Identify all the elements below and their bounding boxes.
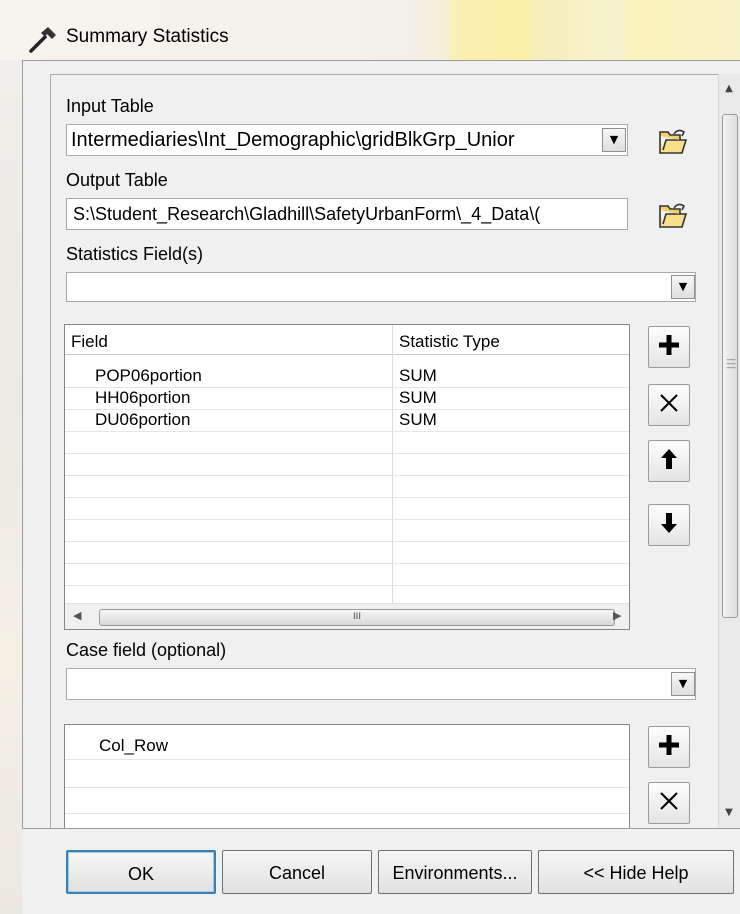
down-arrow-icon	[661, 513, 677, 533]
plus-icon	[659, 335, 679, 355]
add-statistic-button[interactable]	[648, 326, 690, 368]
hide-help-button[interactable]: << Hide Help	[538, 850, 734, 894]
statistics-fields-label: Statistics Field(s)	[66, 244, 204, 264]
remove-statistic-button[interactable]	[648, 384, 690, 426]
environments-button[interactable]: Environments...	[378, 850, 532, 894]
move-down-button[interactable]	[648, 504, 690, 546]
case-field-list[interactable]: Col_Row	[64, 724, 630, 828]
empty-row	[65, 519, 629, 542]
empty-row	[65, 563, 629, 586]
column-header-field[interactable]: Field	[65, 325, 392, 355]
statistics-field-dropdown-icon[interactable]: ▼	[671, 275, 695, 299]
output-table-label: Output Table	[66, 170, 168, 190]
hammer-icon	[28, 24, 60, 56]
input-table-browse-button[interactable]	[652, 126, 688, 160]
case-field-item-label: Col_Row	[99, 736, 168, 755]
empty-row	[65, 431, 629, 454]
case-field-dropdown-icon[interactable]: ▼	[671, 672, 695, 696]
scroll-left-arrow-icon[interactable]: ◀	[73, 609, 81, 622]
case-field-combobox[interactable]	[66, 668, 696, 700]
move-up-button[interactable]	[648, 440, 690, 482]
empty-row	[65, 541, 629, 564]
plus-icon	[659, 735, 679, 755]
empty-row	[65, 453, 629, 476]
cancel-button[interactable]: Cancel	[222, 850, 372, 894]
case-field-label: Case field (optional)	[66, 640, 227, 660]
scroll-down-arrow-icon[interactable]: ▼	[718, 802, 740, 824]
column-header-statistic-type[interactable]: Statistic Type	[392, 325, 629, 355]
open-folder-icon	[659, 203, 688, 228]
add-case-field-button[interactable]	[648, 726, 690, 768]
horizontal-scroll-thumb[interactable]: III	[99, 609, 615, 626]
statistics-table[interactable]: Field Statistic Type POP06portion SUM HH…	[64, 324, 630, 630]
field-cell: POP06portion	[95, 366, 202, 385]
x-icon	[660, 792, 678, 810]
statistics-field-combobox[interactable]	[66, 272, 696, 302]
empty-row	[65, 497, 629, 520]
field-cell: HH06portion	[95, 388, 191, 407]
input-table-combobox[interactable]: Intermediaries\Int_Demographic\gridBlkGr…	[66, 124, 628, 156]
remove-case-field-button[interactable]	[648, 782, 690, 824]
ok-button[interactable]: OK	[66, 850, 216, 894]
statistic-cell[interactable]: SUM	[399, 366, 437, 386]
field-cell: DU06portion	[95, 410, 191, 429]
output-table-input[interactable]: S:\Student_Research\Gladhill\SafetyUrban…	[66, 198, 628, 230]
window-title: Summary Statistics	[66, 26, 229, 47]
scroll-right-arrow-icon[interactable]: ▶	[613, 609, 621, 622]
scroll-up-arrow-icon[interactable]: ▲	[718, 78, 740, 100]
empty-row	[65, 787, 629, 814]
table-row[interactable]: POP06portion SUM	[65, 365, 629, 388]
empty-row	[65, 761, 629, 788]
input-table-dropdown-icon[interactable]: ▼	[602, 128, 626, 152]
table-row[interactable]: HH06portion SUM	[65, 387, 629, 410]
horizontal-scrollbar[interactable]: ◀ III ▶	[65, 603, 629, 629]
up-arrow-icon	[661, 449, 677, 469]
statistic-cell[interactable]: SUM	[399, 410, 437, 430]
x-icon	[660, 394, 678, 412]
window-frame-left	[0, 60, 22, 914]
table-row[interactable]: DU06portion SUM	[65, 409, 629, 432]
list-item[interactable]: Col_Row	[65, 735, 629, 760]
statistic-cell[interactable]: SUM	[399, 388, 437, 408]
empty-row	[65, 475, 629, 498]
open-folder-icon	[659, 129, 688, 154]
output-table-browse-button[interactable]	[652, 200, 688, 234]
scroll-grip-icon: ― ― ―	[726, 355, 736, 373]
input-table-label: Input Table	[66, 96, 154, 116]
